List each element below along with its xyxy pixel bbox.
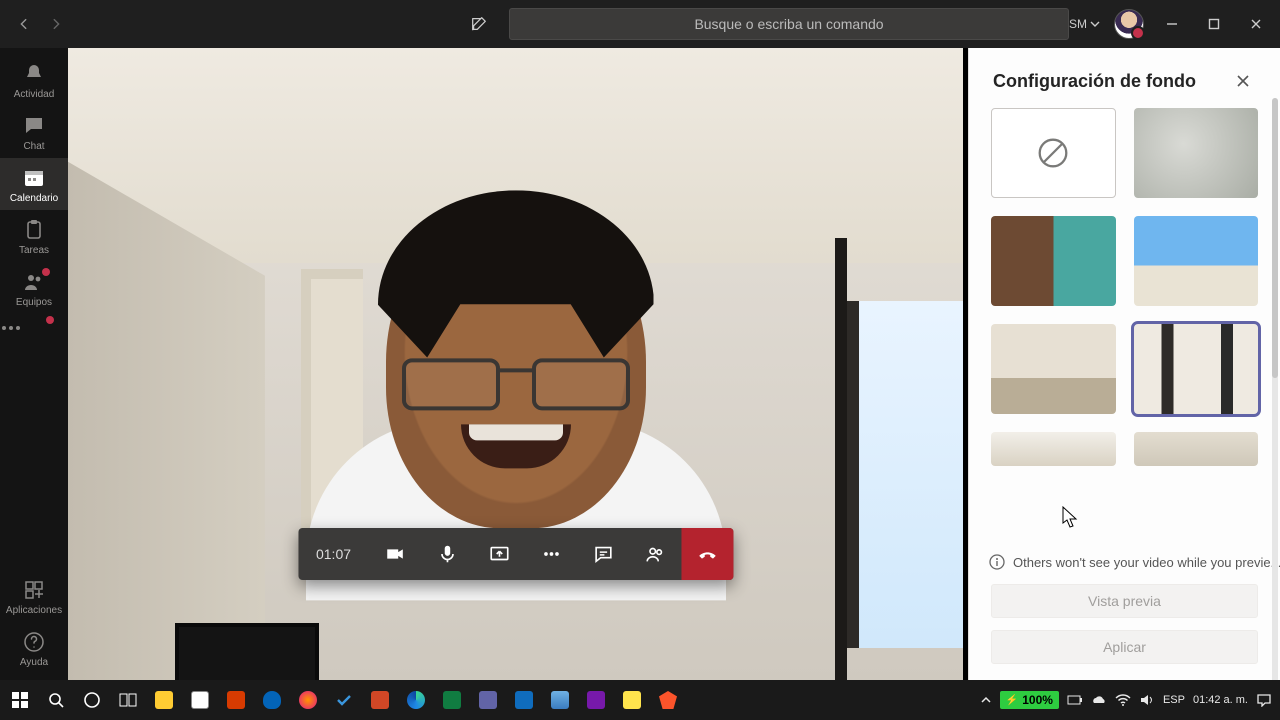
panel-title: Configuración de fondo <box>993 71 1196 92</box>
powerpoint-icon[interactable] <box>364 680 396 720</box>
input-language[interactable]: ESP <box>1163 694 1185 706</box>
nav-apps[interactable]: Aplicaciones <box>0 570 68 622</box>
brave-icon[interactable] <box>652 680 684 720</box>
store-icon[interactable] <box>184 680 216 720</box>
tray-onedrive-icon[interactable] <box>1091 692 1107 708</box>
window-close-button[interactable] <box>1242 10 1270 38</box>
bg-option-room-4[interactable] <box>1134 432 1259 466</box>
edge-icon[interactable] <box>400 680 432 720</box>
nav-rail: Actividad Chat Calendario Tareas Equipos… <box>0 48 68 680</box>
taskbar-clock[interactable]: 01:42 a. m. <box>1193 694 1248 707</box>
todo-icon[interactable] <box>328 680 360 720</box>
window-minimize-button[interactable] <box>1158 10 1186 38</box>
bg-option-none[interactable] <box>991 108 1116 198</box>
share-screen-button[interactable] <box>473 528 525 580</box>
task-view-icon[interactable] <box>112 680 144 720</box>
bg-option-room-2[interactable] <box>1134 324 1259 414</box>
bg-option-room-3[interactable] <box>991 432 1116 466</box>
firefox-icon[interactable] <box>292 680 324 720</box>
show-participants-button[interactable] <box>629 528 681 580</box>
panel-close-button[interactable] <box>1230 68 1256 94</box>
compose-icon[interactable] <box>465 10 493 38</box>
photos-icon[interactable] <box>544 680 576 720</box>
cortana-icon[interactable] <box>76 680 108 720</box>
video-stage: 01:07 <box>68 48 963 680</box>
background-settings-panel: Configuración de fondo Others won't see … <box>968 48 1280 680</box>
background-options-grid <box>969 108 1280 466</box>
window-maximize-button[interactable] <box>1200 10 1228 38</box>
action-center-icon[interactable] <box>1256 692 1272 708</box>
taskbar: 100% ESP 01:42 a. m. <box>0 680 1280 720</box>
bg-option-room-1[interactable] <box>991 324 1116 414</box>
mouse-cursor-icon <box>1062 506 1080 530</box>
show-chat-button[interactable] <box>577 528 629 580</box>
bg-option-beach[interactable] <box>1134 216 1259 306</box>
toggle-camera-button[interactable] <box>369 528 421 580</box>
badge-dot <box>42 268 50 276</box>
panel-info: Others won't see your video while you pr… <box>969 538 1280 578</box>
panel-scrollbar-thumb[interactable] <box>1272 98 1278 378</box>
tray-wifi-icon[interactable] <box>1115 692 1131 708</box>
tray-chevron-icon[interactable] <box>980 694 992 706</box>
search-input[interactable]: Busque o escriba un comando <box>509 8 1069 40</box>
org-switcher[interactable]: SM <box>1069 17 1100 31</box>
avatar[interactable] <box>1114 9 1144 39</box>
bg-option-blur[interactable] <box>1134 108 1259 198</box>
titlebar: Busque o escriba un comando SM <box>0 0 1280 48</box>
sticky-notes-icon[interactable] <box>616 680 648 720</box>
start-button[interactable] <box>4 680 36 720</box>
nav-more[interactable] <box>0 314 68 342</box>
nav-help[interactable]: Ayuda <box>0 622 68 674</box>
file-explorer-icon[interactable] <box>148 680 180 720</box>
nav-activity[interactable]: Actividad <box>0 54 68 106</box>
badge-dot <box>46 316 54 324</box>
nav-calendar[interactable]: Calendario <box>0 158 68 210</box>
tray-volume-icon[interactable] <box>1139 692 1155 708</box>
history-back-button[interactable] <box>10 10 38 38</box>
nav-tasks[interactable]: Tareas <box>0 210 68 262</box>
onedrive-icon[interactable] <box>256 680 288 720</box>
bg-option-office[interactable] <box>991 216 1116 306</box>
nav-teams[interactable]: Equipos <box>0 262 68 314</box>
excel-icon[interactable] <box>436 680 468 720</box>
more-actions-button[interactable] <box>525 528 577 580</box>
hang-up-button[interactable] <box>681 528 733 580</box>
search-placeholder: Busque o escriba un comando <box>694 16 883 32</box>
call-control-bar: 01:07 <box>298 528 733 580</box>
onenote-icon[interactable] <box>580 680 612 720</box>
outlook-icon[interactable] <box>508 680 540 720</box>
call-timer: 01:07 <box>298 546 369 562</box>
video-self-preview <box>68 48 963 680</box>
taskbar-search-icon[interactable] <box>40 680 72 720</box>
history-forward-button[interactable] <box>42 10 70 38</box>
tray-power-icon[interactable] <box>1067 692 1083 708</box>
preview-button[interactable]: Vista previa <box>991 584 1258 618</box>
toggle-mic-button[interactable] <box>421 528 473 580</box>
teams-icon[interactable] <box>472 680 504 720</box>
apply-button[interactable]: Aplicar <box>991 630 1258 664</box>
nav-chat[interactable]: Chat <box>0 106 68 158</box>
office-icon[interactable] <box>220 680 252 720</box>
battery-indicator[interactable]: 100% <box>1000 691 1059 709</box>
